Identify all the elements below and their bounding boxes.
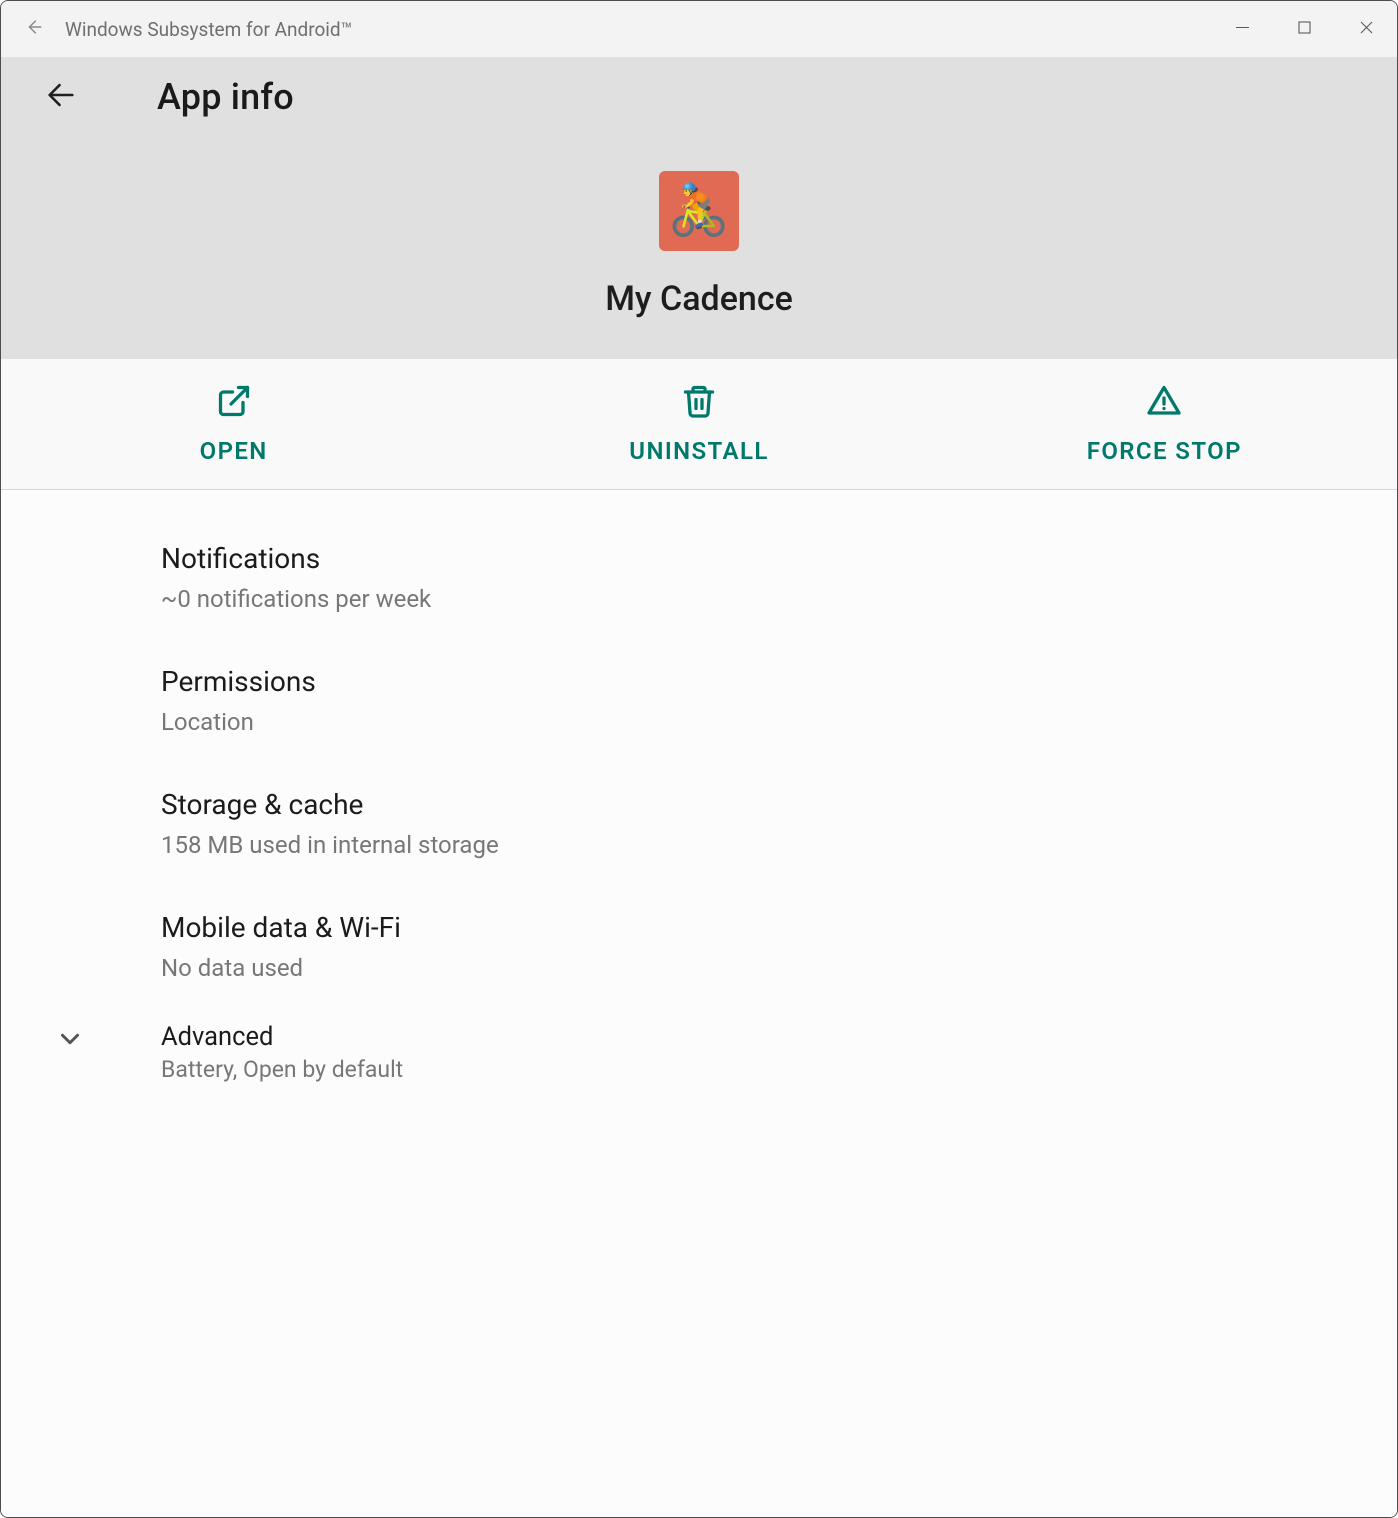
permissions-item[interactable]: Permissions Location (161, 643, 1357, 766)
mobile-data-item[interactable]: Mobile data & Wi-Fi No data used (161, 889, 1357, 1012)
cyclist-icon: 🚴 (668, 182, 730, 240)
warning-icon (1146, 383, 1182, 425)
notifications-title: Notifications (161, 542, 1357, 575)
storage-title: Storage & cache (161, 788, 1357, 821)
permissions-subtitle: Location (161, 708, 1357, 736)
mobile-data-subtitle: No data used (161, 954, 1357, 982)
arrow-left-icon (23, 16, 45, 42)
advanced-item[interactable]: Advanced Battery, Open by default (161, 1012, 1357, 1113)
mobile-data-title: Mobile data & Wi-Fi (161, 911, 1357, 944)
force-stop-label: FORCE STOP (1087, 437, 1242, 465)
header: App info 🚴 My Cadence (1, 57, 1397, 359)
app-icon: 🚴 (659, 171, 739, 251)
window-close-button[interactable] (1335, 1, 1397, 57)
arrow-left-icon (44, 78, 78, 116)
advanced-title: Advanced (161, 1022, 403, 1052)
app-header: 🚴 My Cadence (1, 137, 1397, 359)
titlebar: Windows Subsystem for Android™ (1, 1, 1397, 57)
app-name: My Cadence (605, 279, 793, 319)
uninstall-button[interactable]: UNINSTALL (466, 383, 931, 465)
minimize-icon (1235, 20, 1250, 39)
window-minimize-button[interactable] (1211, 1, 1273, 57)
open-label: OPEN (200, 437, 268, 465)
storage-item[interactable]: Storage & cache 158 MB used in internal … (161, 766, 1357, 889)
close-icon (1359, 20, 1374, 39)
window-maximize-button[interactable] (1273, 1, 1335, 57)
open-button[interactable]: OPEN (1, 383, 466, 465)
advanced-subtitle: Battery, Open by default (161, 1056, 403, 1083)
uninstall-label: UNINSTALL (629, 437, 768, 465)
notifications-item[interactable]: Notifications ~0 notifications per week (161, 520, 1357, 643)
window-frame: Windows Subsystem for Android™ App info … (0, 0, 1398, 1518)
chevron-down-icon (55, 1024, 89, 1058)
back-button[interactable] (31, 67, 91, 127)
trash-icon (681, 383, 717, 425)
open-icon (216, 383, 252, 425)
permissions-title: Permissions (161, 665, 1357, 698)
page-title: App info (157, 76, 294, 118)
window-title: Windows Subsystem for Android™ (65, 18, 353, 41)
force-stop-button[interactable]: FORCE STOP (932, 383, 1397, 465)
notifications-subtitle: ~0 notifications per week (161, 585, 1357, 613)
titlebar-back-button[interactable] (11, 1, 57, 57)
storage-subtitle: 158 MB used in internal storage (161, 831, 1357, 859)
maximize-icon (1297, 20, 1312, 39)
action-bar: OPEN UNINSTALL FORCE STOP (1, 359, 1397, 490)
settings-list: Notifications ~0 notifications per week … (1, 490, 1397, 1517)
